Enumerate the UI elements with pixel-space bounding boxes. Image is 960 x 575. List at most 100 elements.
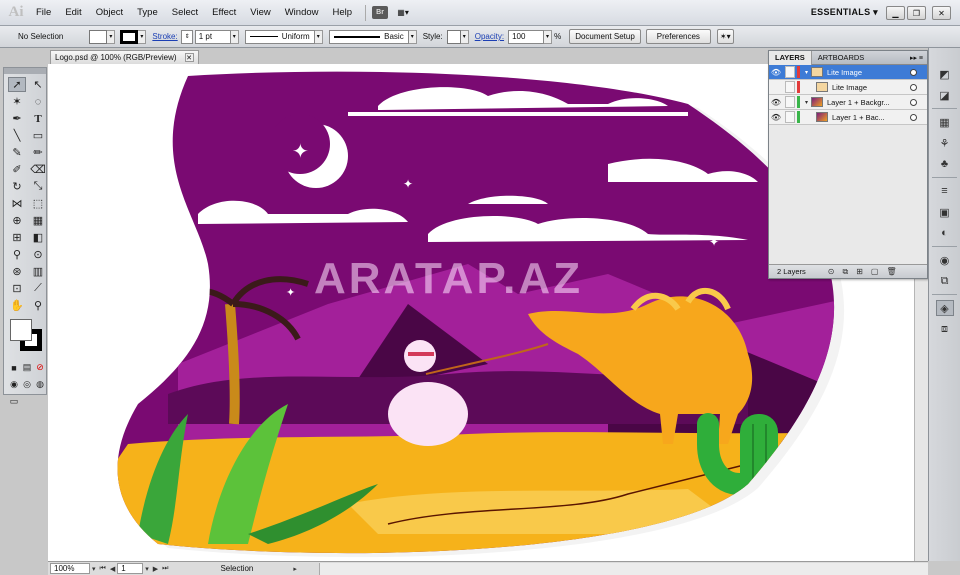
eye-icon[interactable]: 👁 [769, 113, 783, 122]
perspective-grid-icon[interactable]: ▦ [29, 213, 47, 228]
eyedropper-icon[interactable]: ⚲ [8, 247, 26, 262]
menu-file[interactable]: File [29, 7, 58, 18]
style-dropdown-icon[interactable]: ▾ [460, 29, 469, 44]
blob-brush-icon[interactable]: ✐ [8, 162, 26, 177]
color-mode-icon[interactable]: ■ [8, 360, 20, 375]
graphic-styles-icon[interactable]: ⧉ [936, 273, 954, 289]
symbols-icon[interactable]: ♣ [936, 156, 954, 172]
first-artboard-icon[interactable]: ⏮ [100, 565, 106, 573]
opacity-dropdown-icon[interactable]: ▾ [544, 29, 553, 44]
eye-icon[interactable]: 👁 [769, 68, 783, 77]
slice-icon[interactable]: ⟋ [29, 281, 47, 296]
brushes-icon[interactable]: ⚘ [936, 135, 954, 151]
expand-icon[interactable]: ▾ [802, 69, 811, 76]
stroke-weight-dropdown-icon[interactable]: ▾ [230, 29, 239, 44]
free-transform-icon[interactable]: ⬚ [29, 196, 47, 211]
status-mode[interactable]: Selection [220, 564, 253, 573]
rotate-icon[interactable]: ↻ [8, 179, 26, 194]
zoom-dropdown-icon[interactable]: ▾ [92, 565, 96, 573]
last-artboard-icon[interactable]: ⏭ [162, 565, 168, 573]
delete-layer-icon[interactable]: 🗑 [886, 267, 896, 276]
target-icon[interactable] [910, 98, 917, 106]
none-mode-icon[interactable]: ⊘ [34, 360, 46, 375]
eraser-icon[interactable]: ⌫ [29, 162, 47, 177]
lock-toggle[interactable] [785, 96, 795, 108]
layer-menu-icon[interactable]: ▸▸ ≡ [906, 54, 927, 62]
draw-inside-icon[interactable]: ◍ [34, 377, 46, 392]
lock-toggle[interactable] [785, 111, 795, 123]
menu-type[interactable]: Type [130, 7, 165, 18]
type-icon[interactable]: T [29, 111, 47, 126]
menu-select[interactable]: Select [165, 7, 205, 18]
stroke-dropdown-icon[interactable]: ▾ [138, 29, 147, 44]
fill-swatch[interactable] [89, 29, 108, 44]
magic-wand-options-icon[interactable]: ✶▾ [716, 29, 734, 44]
variable-width-profile[interactable]: Uniform [244, 29, 315, 44]
transparency-icon[interactable]: ◐ [936, 225, 954, 241]
layers-panel-icon[interactable]: ◈ [935, 300, 954, 316]
menu-window[interactable]: Window [278, 7, 326, 18]
fill-color-box[interactable] [10, 319, 32, 341]
layer-name[interactable]: Layer 1 + Bac... [832, 113, 885, 122]
hand-icon[interactable]: ✋ [8, 298, 26, 313]
locate-object-icon[interactable]: ⊙ [828, 267, 835, 276]
previous-artboard-icon[interactable]: ◀ [110, 565, 115, 573]
blend-icon[interactable]: ⊙ [29, 247, 47, 262]
fill-dropdown-icon[interactable]: ▾ [107, 29, 116, 44]
stroke-weight-field[interactable]: 1 pt [194, 29, 231, 44]
brush-definition[interactable]: Basic [328, 29, 409, 44]
layer-row[interactable]: 👁 Layer 1 + Bac... [769, 110, 927, 125]
mesh-icon[interactable]: ⊞ [8, 230, 26, 245]
opacity-link[interactable]: Opacity: [475, 32, 504, 41]
layer-name[interactable]: Lite Image [832, 83, 867, 92]
target-icon[interactable] [910, 113, 917, 121]
layer-row[interactable]: Lite Image [769, 80, 927, 95]
draw-normal-icon[interactable]: ◉ [8, 377, 20, 392]
workspace-switcher[interactable]: ESSENTIALS ▾ [811, 7, 878, 18]
lock-toggle[interactable] [785, 66, 795, 78]
fill-stroke-control[interactable] [8, 319, 46, 357]
draw-behind-icon[interactable]: ◎ [21, 377, 33, 392]
scale-icon[interactable]: ⤡ [29, 179, 47, 194]
stroke-swatch[interactable] [120, 29, 139, 44]
lock-toggle[interactable] [785, 81, 795, 93]
new-layer-icon[interactable]: ▢ [871, 267, 879, 276]
stroke-stepper[interactable]: ⇕ [180, 29, 193, 44]
next-artboard-icon[interactable]: ▶ [153, 565, 158, 573]
target-icon[interactable] [910, 68, 917, 76]
layer-row[interactable]: 👁 ▾ Lite Image [769, 65, 927, 80]
target-icon[interactable] [910, 83, 917, 91]
layer-name[interactable]: Layer 1 + Backgr... [827, 98, 890, 107]
stroke-panel-icon[interactable]: ≡ [936, 183, 954, 199]
bridge-button[interactable]: Br [372, 6, 389, 19]
line-segment-icon[interactable]: ╲ [8, 128, 26, 143]
graphic-style-swatch[interactable] [446, 29, 461, 44]
magic-wand-icon[interactable]: ✶ [8, 94, 26, 109]
close-document-icon[interactable]: ✕ [184, 53, 194, 62]
zoom-field[interactable]: 100% [50, 563, 90, 574]
paintbrush-icon[interactable]: ✎ [8, 145, 26, 160]
gradient-icon[interactable]: ◧ [29, 230, 47, 245]
preferences-button[interactable]: Preferences [645, 29, 711, 44]
artboard-dropdown-icon[interactable]: ▾ [145, 565, 149, 573]
artboards-panel-icon[interactable]: ⧈ [936, 321, 954, 337]
color-panel-icon[interactable]: ◩ [936, 66, 954, 82]
menu-help[interactable]: Help [326, 7, 360, 18]
gradient-panel-icon[interactable]: ▣ [936, 204, 954, 220]
expand-icon[interactable]: ▾ [802, 99, 811, 106]
menu-view[interactable]: View [243, 7, 277, 18]
document-setup-button[interactable]: Document Setup [569, 29, 641, 44]
menu-effect[interactable]: Effect [205, 7, 243, 18]
width-tool-icon[interactable]: ⋈ [8, 196, 26, 211]
swatches-icon[interactable]: ▦ [936, 114, 954, 130]
arrange-documents-icon[interactable]: ▦▾ [392, 6, 414, 20]
artboard-icon[interactable]: ⊡ [8, 281, 26, 296]
screen-mode-icon[interactable]: ▭ [8, 394, 20, 409]
appearance-icon[interactable]: ◉ [936, 252, 954, 268]
column-graph-icon[interactable]: ▥ [29, 264, 47, 279]
selection-tool-icon[interactable]: ➚ [8, 77, 26, 92]
pen-icon[interactable]: ✒ [8, 111, 26, 126]
opacity-field[interactable]: 100 [508, 29, 545, 44]
layer-row[interactable]: 👁 ▾ Layer 1 + Backgr... [769, 95, 927, 110]
horizontal-scrollbar[interactable] [318, 562, 928, 575]
